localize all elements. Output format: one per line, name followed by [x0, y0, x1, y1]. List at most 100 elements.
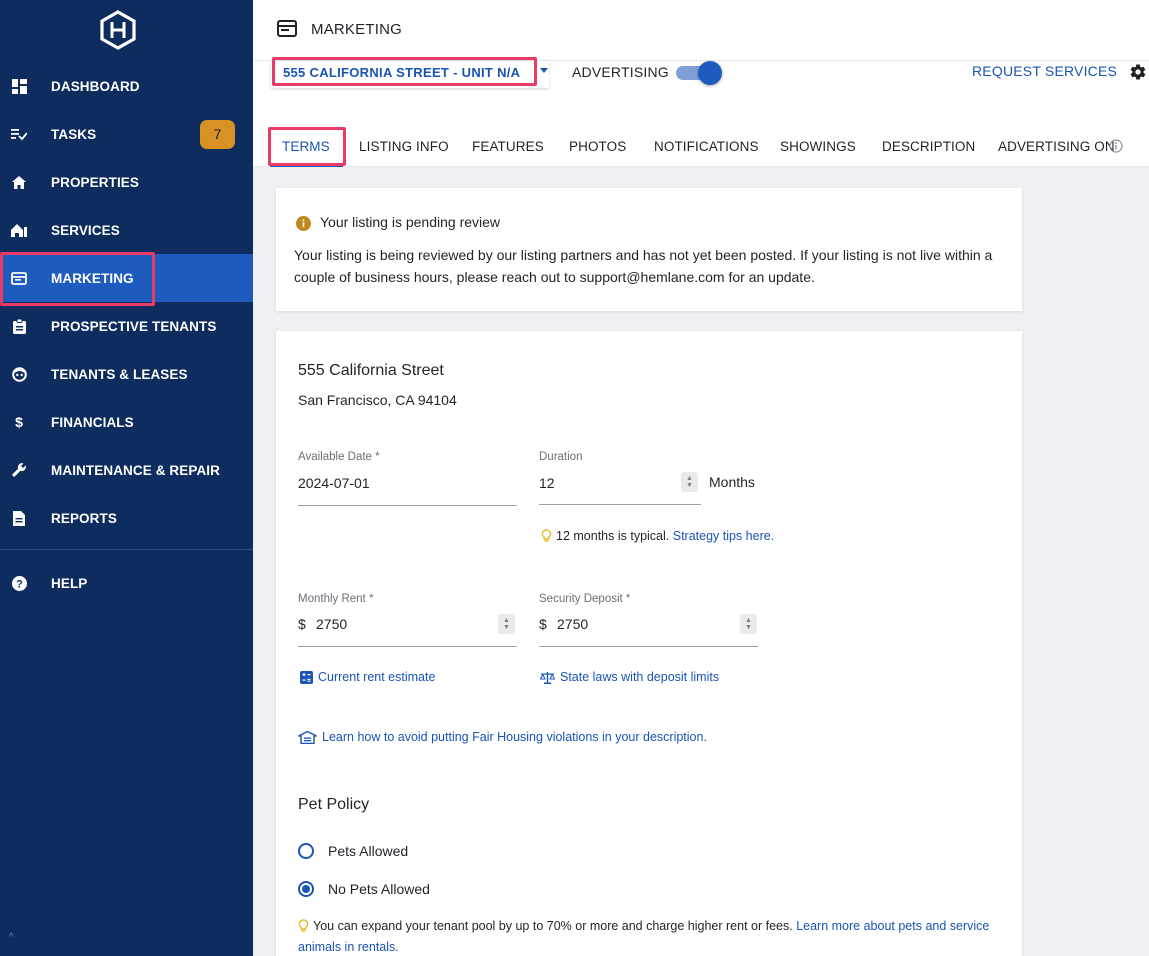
- state-deposit-laws-text: State laws with deposit limits: [560, 670, 720, 684]
- tab-advertising-on[interactable]: ADVERTISING ON: [998, 139, 1115, 154]
- duration-unit: Months: [709, 474, 755, 490]
- terms-tab-highlight-box: [268, 127, 346, 166]
- sidebar-item-financials[interactable]: $ FINANCIALS: [0, 398, 253, 446]
- scale-icon: [540, 671, 555, 684]
- alert-title: Your listing is pending review: [320, 214, 501, 230]
- no-pets-allowed-label: No Pets Allowed: [328, 881, 430, 897]
- sidebar-collapse-icon[interactable]: ^: [9, 932, 14, 943]
- pet-policy-tip: You can expand your tenant pool by up to…: [298, 916, 1008, 956]
- sidebar-item-label: FINANCIALS: [51, 414, 134, 430]
- request-services-button[interactable]: REQUEST SERVICES: [972, 63, 1117, 79]
- tab-features[interactable]: FEATURES: [472, 139, 544, 154]
- duration-label: Duration: [539, 451, 583, 463]
- sidebar: DASHBOARD TASKS 7 PROPERTIES SERVICES MA…: [0, 0, 253, 956]
- security-deposit-input[interactable]: 2750: [557, 616, 588, 632]
- tab-description[interactable]: DESCRIPTION: [882, 139, 975, 154]
- pets-allowed-label: Pets Allowed: [328, 843, 409, 859]
- security-deposit-prefix: $: [539, 616, 547, 632]
- sidebar-item-label: PROPERTIES: [51, 174, 140, 190]
- available-date-underline: [298, 505, 517, 506]
- marketing-highlight-box: [0, 252, 155, 306]
- no-pets-allowed-option[interactable]: No Pets Allowed: [298, 881, 430, 897]
- monthly-rent-label: Monthly Rent *: [298, 593, 374, 605]
- pet-policy-title: Pet Policy: [298, 796, 370, 813]
- sidebar-item-help[interactable]: ? HELP: [0, 559, 253, 607]
- sidebar-item-label: SERVICES: [51, 222, 120, 238]
- sidebar-item-services[interactable]: SERVICES: [0, 206, 253, 254]
- lightbulb-icon: [298, 919, 309, 932]
- address-line1: 555 California Street: [298, 362, 444, 379]
- terms-form: 555 California Street San Francisco, CA …: [276, 331, 1022, 956]
- no-pets-allowed-radio[interactable]: [298, 881, 314, 897]
- duration-underline: [539, 504, 701, 505]
- caret-down-icon: [540, 68, 548, 73]
- listing-tabs: TERMS LISTING INFO FEATURES PHOTOS NOTIF…: [253, 127, 1149, 167]
- tab-showings[interactable]: SHOWINGS: [780, 139, 856, 154]
- address-line2: San Francisco, CA 94104: [298, 392, 457, 408]
- pet-policy-tip-text: You can expand your tenant pool by up to…: [313, 919, 793, 933]
- current-rent-estimate-link[interactable]: Current rent estimate: [300, 670, 435, 684]
- duration-input[interactable]: 12: [539, 475, 555, 491]
- face-icon: [11, 366, 27, 382]
- sidebar-item-label: DASHBOARD: [51, 78, 140, 94]
- gear-icon[interactable]: [1129, 63, 1147, 81]
- sidebar-item-label: TASKS: [51, 126, 97, 142]
- security-deposit-stepper[interactable]: ▲ ▼: [740, 614, 757, 634]
- sidebar-item-dashboard[interactable]: DASHBOARD: [0, 62, 253, 110]
- info-icon[interactable]: [1109, 139, 1123, 153]
- info-filled-icon: [296, 216, 311, 231]
- marketing-icon: [277, 20, 297, 37]
- services-icon: [11, 222, 27, 238]
- sidebar-item-properties[interactable]: PROPERTIES: [0, 158, 253, 206]
- hemlane-logo-icon[interactable]: [98, 10, 138, 50]
- duration-tip: 12 months is typical. Strategy tips here…: [541, 529, 774, 543]
- current-rent-estimate-text: Current rent estimate: [318, 670, 436, 684]
- security-deposit-label: Security Deposit *: [539, 593, 631, 605]
- dollar-icon: $: [15, 414, 23, 430]
- advertising-toggle-knob[interactable]: [698, 61, 722, 85]
- sidebar-item-reports[interactable]: REPORTS: [0, 494, 253, 542]
- sidebar-item-tenants-leases[interactable]: TENANTS & LEASES: [0, 350, 253, 398]
- sidebar-item-label: TENANTS & LEASES: [51, 366, 188, 382]
- fair-housing-text: Learn how to avoid putting Fair Housing …: [322, 730, 707, 744]
- pets-allowed-radio[interactable]: [298, 843, 314, 859]
- available-date-input[interactable]: 2024-07-01: [298, 475, 370, 491]
- sidebar-item-maintenance-repair[interactable]: MAINTENANCE & REPAIR: [0, 446, 253, 494]
- sidebar-item-label: PROSPECTIVE TENANTS: [51, 318, 217, 334]
- monthly-rent-stepper[interactable]: ▲ ▼: [498, 614, 515, 634]
- tasks-count-badge: 7: [200, 119, 235, 149]
- pets-allowed-option[interactable]: Pets Allowed: [298, 843, 408, 859]
- sidebar-divider: [0, 549, 253, 550]
- sidebar-item-tasks[interactable]: TASKS 7: [0, 110, 253, 158]
- help-icon: ?: [11, 575, 27, 591]
- state-deposit-laws-link[interactable]: State laws with deposit limits: [540, 670, 719, 684]
- pending-review-alert: Your listing is pending review Your list…: [276, 188, 1022, 311]
- sidebar-item-label: REPORTS: [51, 510, 117, 526]
- monthly-rent-prefix: $: [298, 616, 306, 632]
- tasks-icon: [11, 126, 27, 142]
- svg-text:?: ?: [16, 578, 23, 590]
- page-header: MARKETING: [253, 0, 1149, 61]
- tab-notifications[interactable]: NOTIFICATIONS: [654, 139, 759, 154]
- sidebar-item-label: MAINTENANCE & REPAIR: [51, 462, 221, 478]
- available-date-label: Available Date *: [298, 451, 380, 463]
- fair-housing-icon: [298, 730, 317, 744]
- advertising-label: ADVERTISING: [572, 64, 669, 80]
- duration-stepper[interactable]: ▲ ▼: [681, 472, 698, 492]
- tab-photos[interactable]: PHOTOS: [569, 139, 626, 154]
- lightbulb-icon: [541, 529, 552, 542]
- clipboard-icon: [11, 318, 27, 334]
- property-select-highlight-box: [272, 57, 537, 86]
- monthly-rent-input[interactable]: 2750: [316, 616, 347, 632]
- sidebar-item-prospective-tenants[interactable]: PROSPECTIVE TENANTS: [0, 302, 253, 350]
- sidebar-item-label: HELP: [51, 575, 88, 591]
- home-icon: [11, 174, 27, 190]
- dashboard-icon: [11, 78, 27, 94]
- alert-body: Your listing is being reviewed by our li…: [294, 247, 993, 285]
- tab-listing-info[interactable]: LISTING INFO: [359, 139, 449, 154]
- strategy-tips-link[interactable]: Strategy tips here.: [673, 529, 774, 543]
- monthly-rent-underline: [298, 646, 517, 647]
- fair-housing-link[interactable]: Learn how to avoid putting Fair Housing …: [298, 730, 707, 744]
- calculator-icon: [300, 670, 313, 684]
- page-title: MARKETING: [311, 21, 402, 38]
